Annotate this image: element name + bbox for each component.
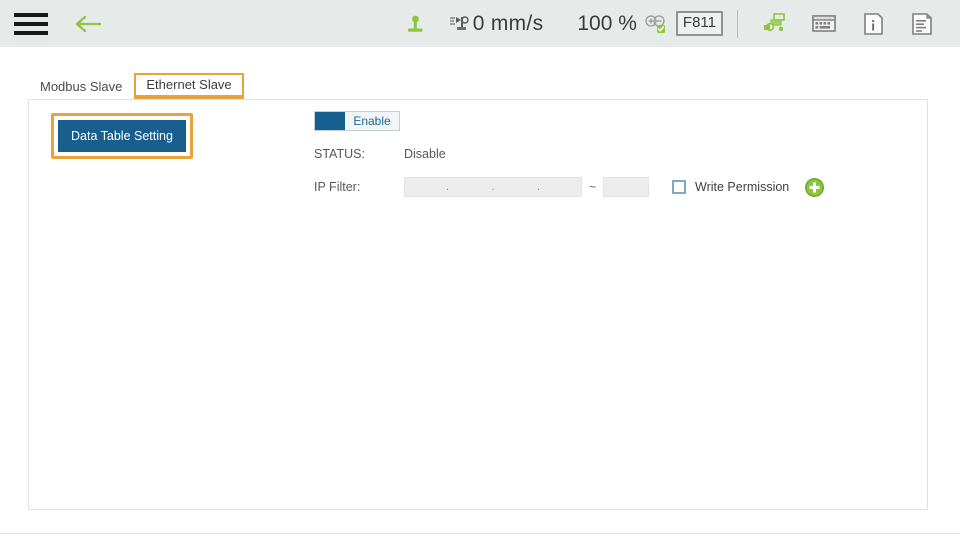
back-arrow-icon[interactable] xyxy=(73,10,105,38)
ip-filter-end-input[interactable] xyxy=(603,177,650,197)
ethernet-slave-form: Enable STATUS: Disable IP Filter: . . . … xyxy=(314,111,825,197)
ip-filter-row: IP Filter: . . . ~ Write Permission xyxy=(314,177,825,197)
status-label: STATUS: xyxy=(314,147,365,161)
ip-octet-1[interactable] xyxy=(405,178,445,196)
tab-modbus-slave[interactable]: Modbus Slave xyxy=(28,75,134,99)
hamburger-line xyxy=(14,30,48,35)
program-tree-icon[interactable] xyxy=(761,11,789,37)
zoom-value: 100 % xyxy=(577,11,637,35)
speed-value: 0 mm/s xyxy=(472,11,544,35)
ip-filter-input[interactable]: . . . xyxy=(404,177,582,197)
range-separator: ~ xyxy=(589,180,597,194)
bottom-divider xyxy=(0,533,960,534)
content-panel: Data Table Setting Enable STATUS: Disabl… xyxy=(28,99,928,510)
ip-filter-label: IP Filter: xyxy=(314,180,361,194)
speed-indicator: 0 mm/s xyxy=(448,0,544,47)
info-icon[interactable] xyxy=(859,11,887,37)
log-document-icon[interactable] xyxy=(908,11,936,37)
status-value: Disable xyxy=(404,147,446,161)
write-permission-label: Write Permission xyxy=(695,180,790,194)
status-row: STATUS: Disable xyxy=(314,147,824,161)
add-plus-icon[interactable] xyxy=(805,177,825,197)
frame-label[interactable]: F811 xyxy=(675,11,723,36)
keyboard-icon[interactable] xyxy=(810,11,838,37)
data-table-setting-button[interactable]: Data Table Setting xyxy=(58,120,186,152)
write-permission-checkbox[interactable] xyxy=(672,180,687,194)
ip-octet-4[interactable] xyxy=(542,178,582,196)
hamburger-menu-icon[interactable] xyxy=(14,11,48,37)
top-toolbar: 0 mm/s 100 % F811 xyxy=(0,0,960,47)
zoom-in-out-icon[interactable] xyxy=(644,14,668,34)
hamburger-line xyxy=(14,12,48,17)
tab-label: Ethernet Slave xyxy=(146,77,232,92)
enable-toggle[interactable]: Enable xyxy=(314,111,400,131)
tab-ethernet-slave[interactable]: Ethernet Slave xyxy=(134,73,244,99)
tab-bar: Modbus Slave Ethernet Slave xyxy=(28,73,930,99)
robot-home-icon[interactable] xyxy=(402,0,428,47)
hamburger-line xyxy=(14,21,48,26)
ip-octet-2[interactable] xyxy=(451,178,491,196)
zoom-indicator: 100 % F811 xyxy=(543,0,723,47)
toolbar-divider xyxy=(737,9,738,38)
toggle-knob xyxy=(315,112,345,130)
speed-icon xyxy=(448,14,470,34)
ip-octet-3[interactable] xyxy=(496,178,536,196)
toggle-label: Enable xyxy=(353,114,391,128)
tab-label: Modbus Slave xyxy=(40,79,123,94)
data-table-setting-highlight: Data Table Setting xyxy=(51,113,193,159)
